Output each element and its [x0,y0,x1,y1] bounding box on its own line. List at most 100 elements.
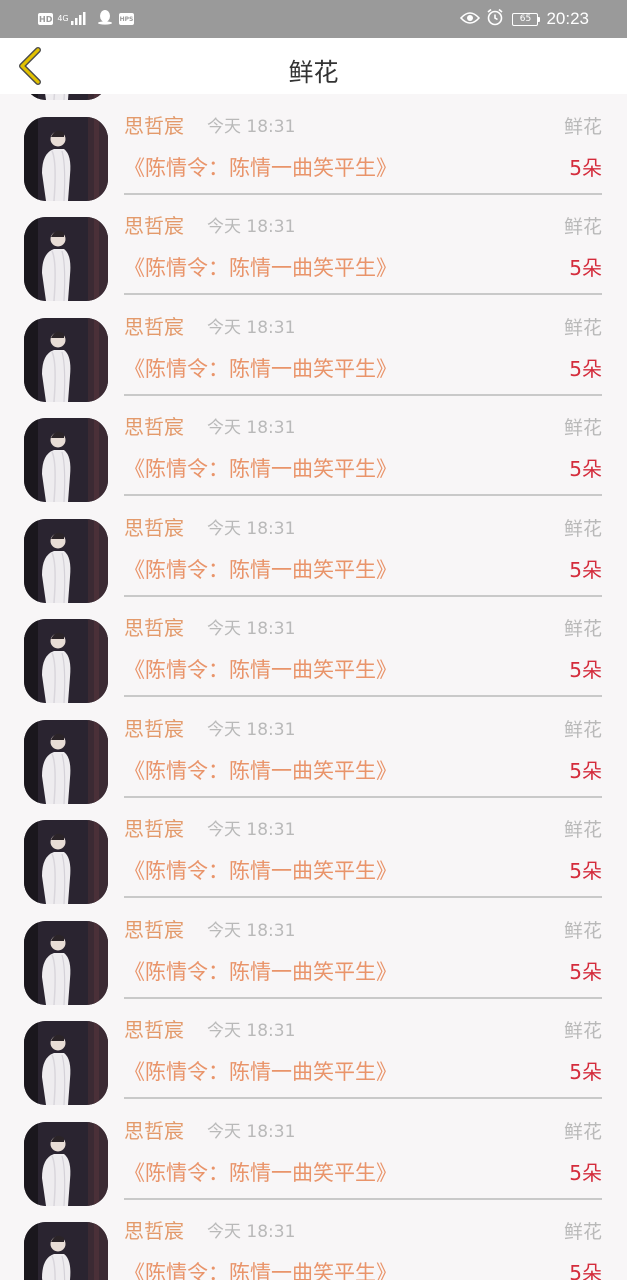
work-title[interactable]: 《陈情令：陈情一曲笑平生》 [124,656,397,684]
work-title[interactable]: 《陈情令：陈情一曲笑平生》 [124,556,397,584]
avatar[interactable] [24,1222,108,1280]
work-title[interactable]: 《陈情令：陈情一曲笑平生》 [124,958,397,986]
signal-icon [70,10,89,29]
list-item[interactable]: 思哲宸 今天 18:31 鲜花 《陈情令：陈情一曲笑平生》 5朵 [0,613,627,714]
work-title[interactable]: 《陈情令：陈情一曲笑平生》 [124,757,397,785]
gift-count: 5朵 [569,256,602,280]
work-title[interactable]: 《陈情令：陈情一曲笑平生》 [124,254,397,282]
sender-name: 思哲宸 [124,616,184,640]
gift-count: 5朵 [569,1160,602,1185]
list-item[interactable]: 思哲宸 今天 18:31 鲜花 《陈情令：陈情一曲笑平生》 5朵 [0,1015,627,1116]
avatar[interactable] [24,418,108,502]
gift-type: 鲜花 [563,1020,602,1042]
gift-count: 5朵 [569,457,602,481]
divider [124,896,602,898]
gift-type: 鲜花 [563,919,602,942]
gift-count: 5朵 [569,959,602,984]
sender-name: 思哲宸 [124,415,184,439]
divider [124,695,602,697]
gift-count: 5朵 [569,1060,602,1084]
list-item[interactable]: 思哲宸 今天 18:31 鲜花 《陈情令：陈情一曲笑平生》 5朵 [0,111,627,212]
divider [124,192,602,195]
avatar[interactable] [24,820,108,904]
sender-name: 思哲宸 [124,515,184,540]
sender-name: 思哲宸 [124,214,184,238]
list-item[interactable]: 思哲宸 今天 18:31 鲜花 《陈情令：陈情一曲笑平生》 5朵 [0,312,627,413]
gift-type: 鲜花 [563,1221,602,1243]
gift-type: 鲜花 [563,216,602,238]
divider [124,293,602,295]
divider [124,494,602,496]
work-title[interactable]: 《陈情令：陈情一曲笑平生》 [124,1159,397,1187]
list-item[interactable]: 思哲宸 今天 18:31 鲜花 《陈情令：陈情一曲笑平生》 5朵 [0,714,627,815]
sender-name: 思哲宸 [124,1118,184,1143]
list-item[interactable]: 思哲宸 今天 18:31 鲜花 《陈情令：陈情一曲笑平生》 5朵 [0,513,627,614]
avatar[interactable] [24,719,108,804]
avatar[interactable] [24,217,108,301]
gift-record-list[interactable]: 思哲宸 今天 18:31 鲜花 《陈情令：陈情一曲笑平生》 5朵 思哲宸 今天 … [0,94,627,1280]
gift-count: 5朵 [569,658,602,682]
gift-type: 鲜花 [563,1120,602,1143]
work-title[interactable]: 《陈情令：陈情一曲笑平生》 [124,1058,397,1086]
status-bar-left: HD 4G HPS [38,9,138,29]
divider [124,393,602,396]
avatar[interactable] [24,920,108,1005]
gift-type: 鲜花 [563,618,602,640]
gift-time: 今天 18:31 [207,1121,296,1142]
sender-name: 思哲宸 [124,917,184,942]
gift-time: 今天 18:31 [207,719,296,740]
gift-time: 今天 18:31 [207,820,296,840]
avatar[interactable] [24,317,108,402]
list-item[interactable]: 思哲宸 今天 18:31 鲜花 《陈情令：陈情一曲笑平生》 5朵 [0,211,627,312]
list-item[interactable]: 思哲宸 今天 18:31 鲜花 《陈情令：陈情一曲笑平生》 5朵 [0,915,627,1016]
status-time: 20:23 [546,9,589,28]
gift-time: 今天 18:31 [207,518,296,539]
list-item[interactable]: 思哲宸 今天 18:31 鲜花 《陈情令：陈情一曲笑平生》 5朵 [0,1216,627,1280]
divider [124,996,602,999]
network-type: 4G [57,14,69,23]
gift-type: 鲜花 [563,115,602,138]
avatar[interactable] [24,116,108,201]
gift-time: 今天 18:31 [207,1222,296,1242]
avatar[interactable] [24,518,108,603]
work-title[interactable]: 《陈情令：陈情一曲笑平生》 [124,355,397,383]
gift-count: 5朵 [569,356,602,381]
gift-time: 今天 18:31 [207,317,296,338]
qq-icon [97,9,113,29]
notification-icon: HPS [118,13,135,25]
title-bar: 鲜花 [0,38,627,94]
work-title[interactable]: 《陈情令：陈情一曲笑平生》 [124,455,397,483]
work-title[interactable]: 《陈情令：陈情一曲笑平生》 [124,857,397,885]
avatar[interactable] [24,94,108,100]
gift-count: 5朵 [569,1261,602,1280]
eye-icon [460,10,481,29]
hd-icon: HD [38,13,54,25]
status-bar-right: 65 20:23 [460,8,589,30]
gift-count: 5朵 [569,758,602,783]
gift-time: 今天 18:31 [207,920,296,941]
divider [124,594,602,597]
gift-type: 鲜花 [563,417,602,439]
list-item[interactable]: 思哲宸 今天 18:31 鲜花 《陈情令：陈情一曲笑平生》 5朵 [0,412,627,513]
battery-icon: 65 [512,12,541,26]
list-item[interactable]: 思哲宸 今天 18:31 鲜花 《陈情令：陈情一曲笑平生》 5朵 [0,94,627,111]
work-title[interactable]: 《陈情令：陈情一曲笑平生》 [124,154,397,182]
page-title: 鲜花 [288,58,339,87]
sender-name: 思哲宸 [124,314,184,339]
divider [124,1197,602,1200]
status-bar: HD 4G HPS 65 20:23 [0,0,627,38]
sender-name: 思哲宸 [124,716,184,741]
list-item[interactable]: 思哲宸 今天 18:31 鲜花 《陈情令：陈情一曲笑平生》 5朵 [0,1116,627,1217]
work-title[interactable]: 《陈情令：陈情一曲笑平生》 [124,1259,397,1280]
gift-type: 鲜花 [563,718,602,741]
sender-name: 思哲宸 [124,1219,184,1243]
list-item[interactable]: 思哲宸 今天 18:31 鲜花 《陈情令：陈情一曲笑平生》 5朵 [0,814,627,915]
sender-name: 思哲宸 [124,113,184,138]
avatar[interactable] [24,619,108,703]
gift-count: 5朵 [569,155,602,180]
avatar[interactable] [24,1021,108,1105]
gift-time: 今天 18:31 [207,217,296,237]
gift-time: 今天 18:31 [207,116,296,137]
divider [124,1097,602,1099]
avatar[interactable] [24,1121,108,1206]
